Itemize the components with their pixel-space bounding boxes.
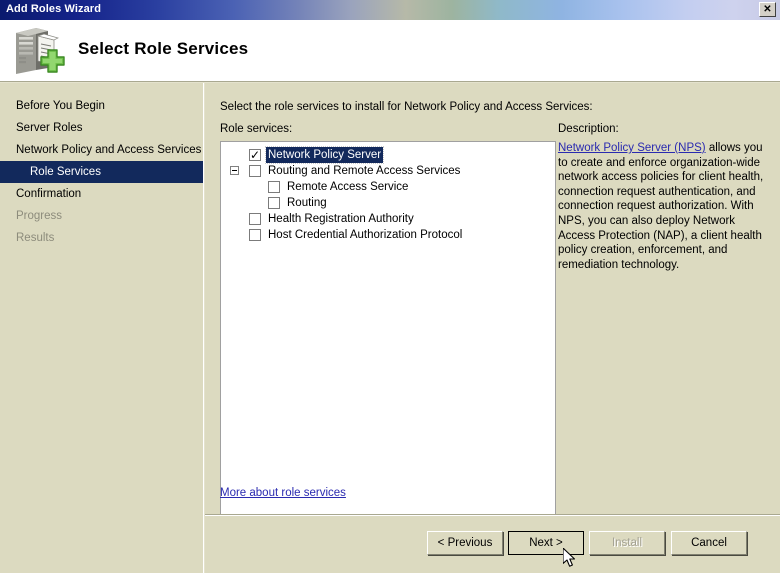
tree-item-label: Routing and Remote Access Services	[268, 165, 461, 177]
checkbox-health-registration-authority[interactable]	[249, 213, 261, 225]
tree-item-routing[interactable]: Routing	[221, 195, 555, 211]
checkbox-host-credential-authorization-protocol[interactable]	[249, 229, 261, 241]
window-title: Add Roles Wizard	[6, 3, 102, 15]
server-add-icon	[10, 25, 66, 77]
tree-item-remote-access-service[interactable]: Remote Access Service	[221, 179, 555, 195]
checkbox-remote-access-service[interactable]	[268, 181, 280, 193]
sidebar-item-results: Results	[16, 232, 55, 244]
sidebar-item-network-policy-and-access-services[interactable]: Network Policy and Access Services	[0, 139, 203, 161]
tree-item-network-policy-server[interactable]: ✓ Network Policy Server	[221, 146, 555, 164]
tree-item-label: Routing	[287, 197, 327, 209]
wizard-footer: < Previous Next > Install Cancel	[205, 514, 780, 573]
install-button: Install	[589, 531, 665, 555]
title-bar: Add Roles Wizard ✕	[0, 0, 780, 20]
role-services-label: Role services:	[220, 123, 293, 135]
main-content: Select the role services to install for …	[205, 83, 780, 561]
tree-item-health-registration-authority[interactable]: Health Registration Authority	[221, 211, 555, 227]
tree-item-label: Remote Access Service	[287, 181, 409, 193]
sidebar-item-confirmation[interactable]: Confirmation	[0, 183, 203, 205]
next-button[interactable]: Next >	[508, 531, 584, 555]
cancel-button[interactable]: Cancel	[671, 531, 747, 555]
tree-item-label: Health Registration Authority	[268, 213, 414, 225]
sidebar-item-before-you-begin[interactable]: Before You Begin	[0, 95, 203, 117]
description-panel: Network Policy Server (NPS) allows you t…	[558, 141, 768, 272]
sidebar-item-progress: Progress	[16, 210, 63, 222]
check-icon: ✓	[250, 148, 261, 162]
wizard-banner: Select Role Services	[0, 20, 780, 82]
tree-item-label: Host Credential Authorization Protocol	[268, 229, 463, 241]
checkbox-network-policy-server[interactable]: ✓	[249, 148, 261, 162]
instruction-text: Select the role services to install for …	[220, 101, 593, 113]
description-label: Description:	[558, 123, 619, 135]
more-about-role-services-link[interactable]: More about role services	[220, 487, 346, 499]
tree-item-routing-and-remote-access-services[interactable]: Routing and Remote Access Services	[221, 163, 555, 179]
tree-item-label: Network Policy Server	[264, 146, 385, 164]
sidebar-item-role-services[interactable]: Role Services	[0, 161, 203, 183]
page-title: Select Role Services	[78, 39, 249, 58]
sidebar-item-server-roles[interactable]: Server Roles	[0, 117, 203, 139]
checkbox-routing-and-remote-access-services[interactable]	[249, 165, 261, 177]
description-link[interactable]: Network Policy Server (NPS)	[558, 142, 706, 154]
wizard-step-sidebar: Before You Begin Server Roles Network Po…	[0, 83, 204, 573]
collapse-minus-icon[interactable]	[230, 166, 239, 175]
close-button[interactable]: ✕	[759, 2, 776, 17]
checkbox-routing[interactable]	[268, 197, 280, 209]
tree-item-host-credential-authorization-protocol[interactable]: Host Credential Authorization Protocol	[221, 227, 555, 243]
previous-button[interactable]: < Previous	[427, 531, 503, 555]
description-body: allows you to create and enforce organiz…	[558, 142, 764, 271]
close-icon: ✕	[763, 4, 772, 15]
add-roles-wizard-window: Add Roles Wizard ✕ Select Role Services …	[0, 0, 780, 573]
